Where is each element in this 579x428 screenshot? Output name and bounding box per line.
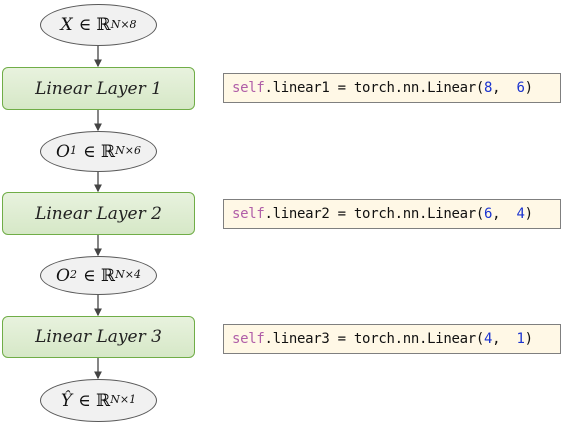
linear-layer-1-box: Linear Layer 1 bbox=[2, 67, 195, 110]
linear1-call: .linear1 = torch.nn.Linear( bbox=[264, 80, 485, 96]
linear2-code-box: self .linear2 = torch.nn.Linear(6, 4) bbox=[223, 199, 561, 229]
diagram-canvas: X ∈ ℝ N×8 Linear Layer 1 self .linear1 = … bbox=[0, 0, 579, 428]
out2-dims: N×4 bbox=[115, 268, 141, 281]
linear-layer-2-label: Linear Layer 2 bbox=[35, 203, 162, 224]
linear3-call: .linear3 = torch.nn.Linear( bbox=[264, 331, 485, 347]
out2-var-sup: 2 bbox=[69, 268, 77, 281]
linear2-call: .linear2 = torch.nn.Linear( bbox=[264, 206, 485, 222]
linear1-sep: , bbox=[492, 80, 517, 96]
linear1-out: 6 bbox=[516, 80, 525, 96]
out2-set: ∈ ℝ bbox=[82, 265, 116, 286]
linear2-out: 4 bbox=[516, 206, 525, 222]
linear2-self: self bbox=[232, 206, 265, 222]
out1-var-sup: 1 bbox=[69, 144, 77, 157]
output-2-tensor-node: O2 ∈ ℝ N×4 bbox=[40, 256, 157, 295]
output-1-tensor-node: O1 ∈ ℝ N×6 bbox=[40, 131, 157, 172]
input-set: ∈ ℝ bbox=[78, 15, 111, 35]
input-tensor-node: X ∈ ℝ N×8 bbox=[40, 4, 157, 46]
linear-layer-2-box: Linear Layer 2 bbox=[2, 192, 195, 235]
output-var: Ŷ bbox=[60, 390, 73, 411]
input-var: X bbox=[60, 15, 73, 35]
linear1-code-box: self .linear1 = torch.nn.Linear(8, 6) bbox=[223, 73, 561, 103]
out2-var: O bbox=[56, 265, 70, 286]
output-dims: N×1 bbox=[110, 393, 137, 406]
out1-var: O bbox=[56, 141, 70, 162]
linear-layer-1-label: Linear Layer 1 bbox=[35, 78, 162, 99]
linear2-in: 6 bbox=[484, 206, 493, 222]
out1-dims: N×6 bbox=[115, 144, 141, 157]
linear3-self: self bbox=[232, 331, 265, 347]
linear2-sep: , bbox=[492, 206, 517, 222]
linear-layer-3-box: Linear Layer 3 bbox=[2, 316, 195, 358]
linear1-in: 8 bbox=[484, 80, 493, 96]
prediction-tensor-node: Ŷ ∈ ℝ N×1 bbox=[40, 379, 157, 422]
linear2-end: ) bbox=[524, 206, 533, 222]
linear3-in: 4 bbox=[484, 331, 493, 347]
linear1-end: ) bbox=[524, 80, 533, 96]
linear3-end: ) bbox=[524, 331, 533, 347]
out1-set: ∈ ℝ bbox=[82, 141, 116, 162]
input-dims: N×8 bbox=[110, 17, 137, 31]
linear1-self: self bbox=[232, 80, 265, 96]
linear-layer-3-label: Linear Layer 3 bbox=[35, 327, 162, 347]
output-set: ∈ ℝ bbox=[78, 390, 111, 411]
linear3-sep: , bbox=[492, 331, 517, 347]
linear3-out: 1 bbox=[516, 331, 525, 347]
linear3-code-box: self .linear3 = torch.nn.Linear(4, 1) bbox=[223, 324, 561, 354]
